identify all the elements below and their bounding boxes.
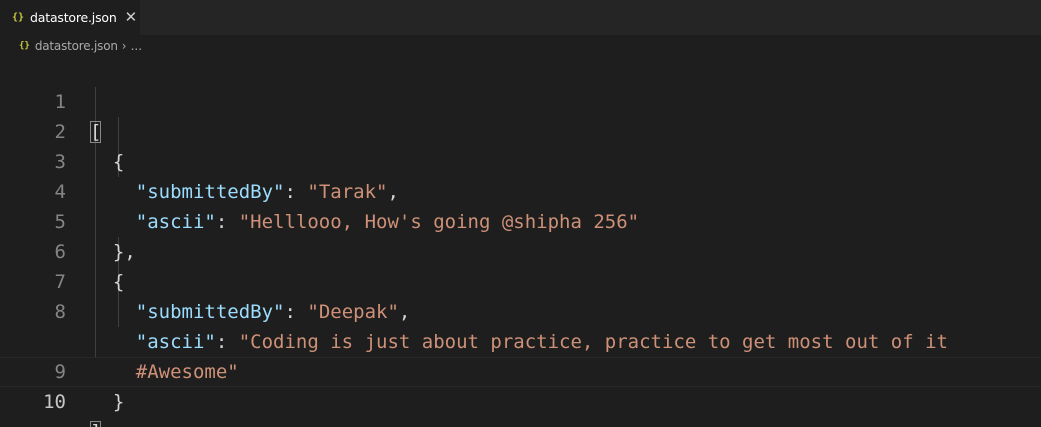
code-line: 7 "submittedBy": "Deepak",	[0, 237, 1041, 323]
code-text: ]	[90, 417, 102, 427]
editor-window: {} datastore.json ✕ {} datastore.json › …	[0, 0, 1041, 427]
chevron-right-icon: ›	[121, 39, 127, 53]
line-number: 10	[43, 391, 66, 413]
json-file-icon: {}	[19, 41, 30, 51]
tab-bar: {} datastore.json ✕	[0, 0, 1041, 35]
code-line: 8 "ascii": "Coding is just about practic…	[0, 267, 1041, 353]
code-line: 6 {	[0, 207, 1041, 293]
close-icon[interactable]: ✕	[125, 10, 138, 25]
breadcrumb-file[interactable]: datastore.json	[35, 39, 118, 53]
code-line: 9 }	[0, 327, 1041, 413]
code-line: 3 "submittedBy": "Tarak",	[0, 117, 1041, 203]
code-line: 1 [	[0, 57, 1041, 143]
code-line: 2 {	[0, 87, 1041, 173]
code-line: 4 "ascii": "Helllooo, How's going @shiph…	[0, 147, 1041, 233]
code-line-current: 10 ]	[0, 357, 1041, 427]
json-file-icon: {}	[12, 12, 25, 23]
code-line-wrapped: #Awesome"	[0, 297, 1041, 383]
breadcrumb-symbols[interactable]: ...	[131, 39, 142, 53]
code-line: 5 },	[0, 177, 1041, 263]
tab-label: datastore.json	[30, 10, 117, 25]
bracket-match: ]	[90, 421, 102, 427]
code-editor[interactable]: 1 [ 2 { 3 "submittedBy": "Tarak", 4 "asc…	[0, 57, 1041, 427]
tab-datastore-json[interactable]: {} datastore.json ✕	[0, 0, 140, 35]
breadcrumb: {} datastore.json › ...	[0, 35, 1041, 57]
code-text: }	[112, 391, 125, 413]
